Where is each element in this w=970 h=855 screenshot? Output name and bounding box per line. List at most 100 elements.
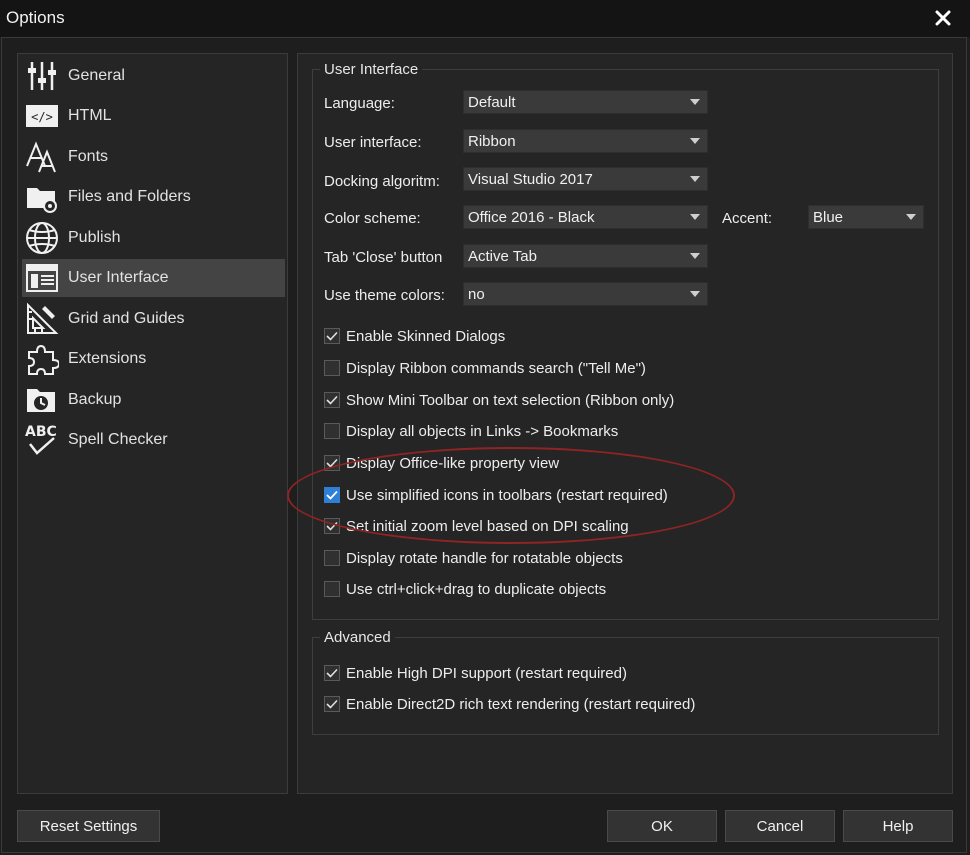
checkmark-icon <box>326 395 338 405</box>
checkmark-icon <box>326 668 338 678</box>
color-scheme-select[interactable]: Office 2016 - Black <box>463 205 708 229</box>
checkbox-label: Display Office-like property view <box>346 454 560 472</box>
cancel-button[interactable]: Cancel <box>725 810 835 842</box>
display-all-objects-checkbox[interactable]: Display all objects in Links -> Bookmark… <box>324 420 618 442</box>
checkbox-box <box>324 665 340 681</box>
sidebar-item-label: HTML <box>68 107 112 124</box>
checkbox-box <box>324 455 340 471</box>
language-label: Language: <box>324 95 395 112</box>
ctrl-click-drag-duplicate-checkbox[interactable]: Use ctrl+click+drag to duplicate objects <box>324 578 606 600</box>
advanced-group-title: Advanced <box>320 629 395 646</box>
checkmark-icon <box>326 458 338 468</box>
checkbox-label: Set initial zoom level based on DPI scal… <box>346 517 629 535</box>
checkbox-box <box>324 328 340 344</box>
html-tag-icon: </> <box>24 98 60 134</box>
checkbox-box <box>324 550 340 566</box>
dropdown-arrow-icon <box>683 245 707 267</box>
svg-text:</>: </> <box>31 110 53 124</box>
checkbox-label: Enable High DPI support (restart require… <box>346 664 627 682</box>
color-scheme-select-value: Office 2016 - Black <box>468 209 595 226</box>
language-select-value: Default <box>468 94 516 111</box>
sidebar-item-label: Fonts <box>68 148 109 165</box>
close-icon <box>935 10 951 26</box>
sidebar-item-files-and-folders[interactable]: Files and Folders <box>22 178 285 216</box>
reset-settings-button[interactable]: Reset Settings <box>17 810 160 842</box>
dropdown-arrow-icon <box>683 206 707 228</box>
checkbox-box <box>324 487 340 503</box>
tab-close-button-label: Tab 'Close' button <box>324 249 443 266</box>
sidebar-item-label: Files and Folders <box>68 188 191 205</box>
checkbox-label: Show Mini Toolbar on text selection (Rib… <box>346 391 675 409</box>
dropdown-arrow-icon <box>683 91 707 113</box>
user-interface-group-title: User Interface <box>320 61 423 78</box>
language-select[interactable]: Default <box>463 90 708 114</box>
help-button[interactable]: Help <box>843 810 953 842</box>
sidebar-item-user-interface[interactable]: User Interface <box>22 259 285 297</box>
high-dpi-support-checkbox[interactable]: Enable High DPI support (restart require… <box>324 662 627 684</box>
sidebar-item-label: Spell Checker <box>68 431 168 448</box>
theme-colors-select-value: no <box>468 286 485 303</box>
puzzle-icon <box>24 341 60 377</box>
dropdown-arrow-icon <box>899 206 923 228</box>
sidebar-item-html[interactable]: </> HTML <box>22 97 285 135</box>
dropdown-arrow-icon <box>683 283 707 305</box>
sidebar-item-label: Grid and Guides <box>68 310 185 327</box>
checkmark-icon <box>326 331 338 341</box>
checkbox-label: Display Ribbon commands search ("Tell Me… <box>346 359 646 377</box>
ui-layout-icon <box>24 260 60 296</box>
options-sidebar: General </> HTML Fonts Files and Folders… <box>17 53 288 794</box>
folder-clock-icon <box>24 382 60 418</box>
accent-select[interactable]: Blue <box>808 205 924 229</box>
display-ribbon-search-checkbox[interactable]: Display Ribbon commands search ("Tell Me… <box>324 357 646 379</box>
theme-colors-label: Use theme colors: <box>324 287 445 304</box>
rotate-handle-checkbox[interactable]: Display rotate handle for rotatable obje… <box>324 547 623 569</box>
sidebar-item-label: Extensions <box>68 350 147 367</box>
simplified-icons-checkbox[interactable]: Use simplified icons in toolbars (restar… <box>324 484 668 506</box>
docking-algorithm-label: Docking algoritm: <box>324 173 440 190</box>
initial-zoom-dpi-checkbox[interactable]: Set initial zoom level based on DPI scal… <box>324 515 629 537</box>
checkbox-box <box>324 518 340 534</box>
sidebar-item-backup[interactable]: Backup <box>22 381 285 419</box>
checkbox-label: Use ctrl+click+drag to duplicate objects <box>346 580 607 598</box>
svg-text:ABC: ABC <box>25 424 57 440</box>
direct2d-rendering-checkbox[interactable]: Enable Direct2D rich text rendering (res… <box>324 693 695 715</box>
checkbox-box <box>324 360 340 376</box>
checkbox-label: Enable Direct2D rich text rendering (res… <box>346 695 696 713</box>
user-interface-select[interactable]: Ribbon <box>463 129 708 153</box>
checkbox-box <box>324 581 340 597</box>
font-icon <box>24 139 60 175</box>
sidebar-item-extensions[interactable]: Extensions <box>22 340 285 378</box>
checkbox-box <box>324 392 340 408</box>
theme-colors-select[interactable]: no <box>463 282 708 306</box>
folder-gear-icon <box>24 179 60 215</box>
grid-ruler-icon <box>24 301 60 337</box>
close-button[interactable] <box>930 5 956 31</box>
checkmark-icon <box>326 699 338 709</box>
dropdown-arrow-icon <box>683 168 707 190</box>
sidebar-item-label: Backup <box>68 391 122 408</box>
enable-skinned-dialogs-checkbox[interactable]: Enable Skinned Dialogs <box>324 325 505 347</box>
office-like-property-view-checkbox[interactable]: Display Office-like property view <box>324 452 559 474</box>
sidebar-item-fonts[interactable]: Fonts <box>22 138 285 176</box>
sidebar-item-label: User Interface <box>68 269 169 286</box>
accent-label: Accent: <box>722 210 773 227</box>
docking-algorithm-select[interactable]: Visual Studio 2017 <box>463 167 708 191</box>
tab-close-button-select[interactable]: Active Tab <box>463 244 708 268</box>
checkbox-label: Enable Skinned Dialogs <box>346 327 506 345</box>
show-mini-toolbar-checkbox[interactable]: Show Mini Toolbar on text selection (Rib… <box>324 389 674 411</box>
sidebar-item-general[interactable]: General <box>22 57 285 95</box>
sliders-icon <box>24 58 60 94</box>
sidebar-item-grid-and-guides[interactable]: Grid and Guides <box>22 300 285 338</box>
accent-select-value: Blue <box>813 209 844 226</box>
sidebar-item-spell-checker[interactable]: ABC Spell Checker <box>22 421 285 459</box>
sidebar-item-label: General <box>68 67 125 84</box>
abc-check-icon: ABC <box>24 422 60 458</box>
window-title: Options <box>6 8 65 27</box>
checkbox-box <box>324 423 340 439</box>
checkmark-icon <box>326 490 338 500</box>
advanced-group <box>312 637 939 735</box>
globe-icon <box>24 220 60 256</box>
sidebar-item-publish[interactable]: Publish <box>22 219 285 257</box>
ok-button[interactable]: OK <box>607 810 717 842</box>
checkbox-box <box>324 696 340 712</box>
